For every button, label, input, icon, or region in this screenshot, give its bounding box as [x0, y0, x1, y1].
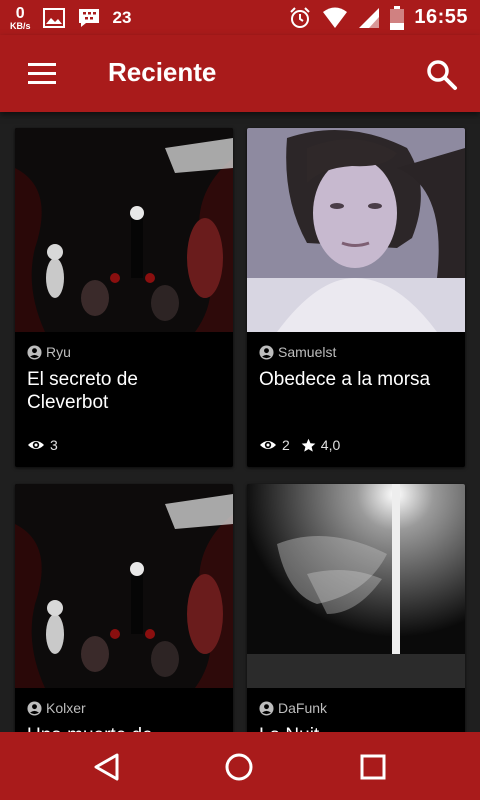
view-count: 2 — [282, 437, 290, 453]
story-thumbnail — [247, 484, 465, 688]
status-bar: 0 KB/s 23 16:55 — [0, 0, 480, 35]
story-card[interactable]: DaFunk La Nuit — [247, 484, 465, 732]
story-card[interactable]: Kolxer Una muerte de — [15, 484, 233, 732]
back-icon[interactable] — [90, 750, 124, 784]
alarm-icon — [290, 6, 311, 28]
notification-count: 23 — [112, 8, 132, 27]
bbm-icon — [78, 9, 99, 27]
author-name: DaFunk — [278, 700, 328, 716]
story-grid: Ryu El secreto de Cleverbot 3 Samuelst O… — [0, 112, 480, 732]
story-title: Obedece a la morsa — [259, 369, 431, 390]
app-bar: Reciente — [0, 35, 480, 112]
cell-signal-icon — [359, 7, 380, 28]
author-name: Ryu — [46, 344, 71, 360]
user-icon — [259, 344, 274, 360]
network-speed: 0 KB/s — [10, 4, 31, 31]
story-author: Kolxer — [27, 700, 223, 716]
network-speed-unit: KB/s — [10, 20, 31, 31]
star-icon — [301, 438, 316, 452]
clock: 16:55 — [414, 6, 468, 28]
story-author: Samuelst — [259, 344, 455, 360]
story-thumbnail — [15, 128, 233, 332]
recents-icon[interactable] — [356, 750, 390, 784]
story-stats: 3 — [27, 437, 58, 453]
story-card[interactable]: Ryu El secreto de Cleverbot 3 — [15, 128, 233, 467]
story-meta: Kolxer Una muerte de — [27, 700, 223, 732]
story-card[interactable]: Samuelst Obedece a la morsa 2 4,0 — [247, 128, 465, 467]
story-meta: DaFunk La Nuit — [259, 700, 455, 732]
story-thumbnail — [15, 484, 233, 688]
search-icon[interactable] — [424, 57, 460, 93]
story-meta: Ryu El secreto de Cleverbot — [27, 344, 223, 414]
wifi-icon — [323, 7, 348, 28]
author-name: Kolxer — [46, 700, 86, 716]
user-icon — [27, 700, 42, 716]
status-bar-left: 0 KB/s 23 — [10, 3, 131, 33]
menu-icon[interactable] — [22, 59, 62, 89]
rating: 4,0 — [320, 437, 341, 453]
user-icon — [27, 344, 42, 360]
battery-icon — [390, 5, 405, 30]
story-author: Ryu — [27, 344, 223, 360]
user-icon — [259, 700, 274, 716]
story-author: DaFunk — [259, 700, 455, 716]
eye-icon — [260, 441, 276, 449]
story-title: La Nuit — [259, 724, 455, 732]
author-name: Samuelst — [278, 344, 337, 360]
story-stats: 2 4,0 — [259, 437, 340, 453]
image-icon — [42, 8, 65, 28]
view-count: 3 — [50, 437, 58, 453]
story-thumbnail — [247, 128, 465, 332]
story-meta: Samuelst Obedece a la morsa — [259, 344, 455, 391]
status-bar-right: 16:55 — [288, 0, 468, 35]
story-title: El secreto de Cleverbot — [27, 369, 138, 413]
page-title: Reciente — [108, 57, 217, 87]
home-icon[interactable] — [222, 750, 256, 784]
story-title: Una muerte de — [27, 724, 223, 732]
network-speed-value: 0 — [15, 4, 25, 22]
navigation-bar — [0, 732, 480, 800]
eye-icon — [28, 441, 44, 449]
